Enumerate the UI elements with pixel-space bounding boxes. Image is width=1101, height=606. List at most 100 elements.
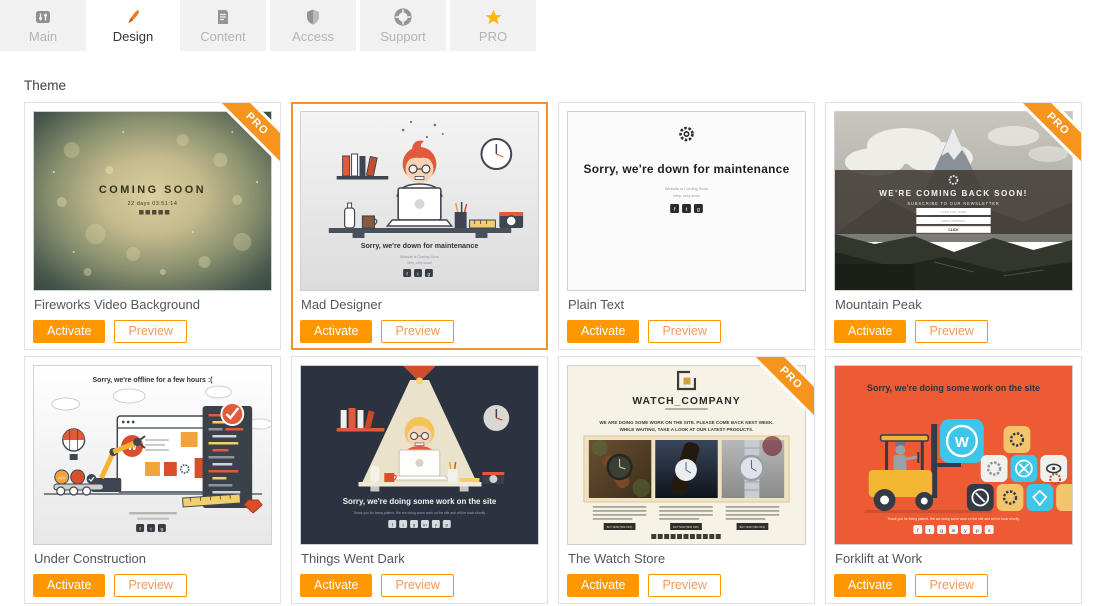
buy-button-label: BUY NOW (50% OFF) bbox=[673, 525, 699, 529]
activate-button[interactable]: Activate bbox=[834, 574, 906, 597]
tab-label: Design bbox=[113, 29, 153, 44]
theme-thumbnail[interactable]: WE'RE COMING BACK SOON! SUBSCRIBE TO OUR… bbox=[834, 111, 1073, 291]
tab-label: Support bbox=[380, 29, 426, 44]
preview-button[interactable]: Preview bbox=[381, 574, 453, 597]
preview-headline: WE'RE COMING BACK SOON! bbox=[879, 189, 1027, 198]
document-icon bbox=[214, 8, 232, 26]
tab-content[interactable]: Content bbox=[180, 0, 266, 51]
tab-bar: Main Design Content Access bbox=[0, 0, 1101, 51]
preview-button[interactable]: Preview bbox=[114, 574, 186, 597]
theme-name: Under Construction bbox=[34, 551, 272, 566]
preview-button[interactable]: Preview bbox=[381, 320, 453, 343]
googleplus-icon: g bbox=[940, 529, 943, 534]
activate-button[interactable]: Activate bbox=[33, 574, 105, 597]
theme-grid: COMING SOON 22 days 03:51:14 PRO Firewor… bbox=[24, 102, 1101, 604]
tab-support[interactable]: Support bbox=[360, 0, 446, 51]
theme-thumbnail[interactable]: Sorry, we're down for maintenance Websit… bbox=[300, 111, 539, 291]
preview-subheadline: SUBSCRIBE TO OUR NEWSLETTER bbox=[907, 201, 999, 206]
things-went-dark-preview-art: Sorry, we're doing some work on the site… bbox=[301, 366, 538, 544]
linkedin-icon: in bbox=[423, 522, 427, 527]
theme-name: Forklift at Work bbox=[835, 551, 1073, 566]
linkedin-icon: in bbox=[952, 528, 956, 534]
theme-card-things-went-dark: Sorry, we're doing some work on the site… bbox=[291, 356, 548, 604]
theme-card-plain-text: Sorry, we're down for maintenance Websit… bbox=[558, 102, 815, 350]
preview-line1: WE ARE DOING SOME WORK ON THE SITE. PLEA… bbox=[599, 420, 773, 425]
buy-button-label: BUY NOW (50% OFF) bbox=[740, 525, 766, 529]
preview-button[interactable]: Preview bbox=[114, 320, 186, 343]
watch-store-preview-art: WATCH_COMPANY WE ARE DOING SOME WORK ON … bbox=[568, 366, 805, 544]
activate-button[interactable]: Activate bbox=[300, 320, 372, 343]
section-title: Theme bbox=[24, 78, 1101, 93]
preview-headline: COMING SOON bbox=[99, 184, 206, 196]
social-icons-row: f t g bbox=[670, 204, 703, 213]
clock-art bbox=[483, 405, 509, 431]
preview-button[interactable]: Preview bbox=[915, 320, 987, 343]
subscribe-button-label: CLICK bbox=[948, 228, 959, 232]
plain-text-preview-art: Sorry, we're down for maintenance Websit… bbox=[568, 112, 805, 290]
preview-subtext-line bbox=[129, 512, 177, 514]
googleplus-icon: g bbox=[428, 272, 431, 277]
theme-thumbnail[interactable]: WATCH_COMPANY WE ARE DOING SOME WORK ON … bbox=[567, 365, 806, 545]
preview-button[interactable]: Preview bbox=[648, 574, 720, 597]
theme-thumbnail[interactable]: Sorry, we're doing some work on the site… bbox=[300, 365, 539, 545]
foreground-mountains-art bbox=[835, 234, 1072, 290]
preview-headline: Sorry, we're offline for a few hours :( bbox=[93, 377, 214, 384]
theme-card-fireworks-video-background: COMING SOON 22 days 03:51:14 PRO Firewor… bbox=[24, 102, 281, 350]
theme-name: The Watch Store bbox=[568, 551, 806, 566]
preview-countdown: 22 days 03:51:14 bbox=[128, 201, 178, 207]
social-icons-row: f t g bbox=[403, 269, 433, 278]
tab-access[interactable]: Access bbox=[270, 0, 356, 51]
clock-art bbox=[481, 139, 511, 169]
googleplus-icon: g bbox=[697, 207, 700, 213]
preview-button[interactable]: Preview bbox=[915, 574, 987, 597]
buy-now-buttons[interactable]: BUY NOW (50% OFF) BUY NOW (50% OFF) BUY … bbox=[604, 523, 769, 530]
theme-thumbnail[interactable]: Sorry, we're doing some work on the site… bbox=[834, 365, 1073, 545]
social-icons-row: f t g in y p s bbox=[913, 525, 993, 534]
theme-card-mad-designer: Sorry, we're down for maintenance Websit… bbox=[291, 102, 548, 350]
under-construction-preview-art: Sorry, we're offline for a few hours :( bbox=[34, 366, 271, 544]
activate-button[interactable]: Activate bbox=[834, 320, 906, 343]
forklift-preview-art: Sorry, we're doing some work on the site… bbox=[835, 366, 1072, 544]
preview-line1: Website is Coming Soon bbox=[665, 186, 708, 191]
preview-headline: Sorry, we're doing some work on the site bbox=[343, 497, 497, 506]
tab-design[interactable]: Design bbox=[90, 0, 176, 51]
sliders-icon bbox=[34, 8, 52, 26]
activate-button[interactable]: Activate bbox=[300, 574, 372, 597]
preview-line2: WHILE WAITING, TAKE A LOOK AT OUR LATEST… bbox=[620, 427, 754, 432]
mountain-peak-preview-art: WE'RE COMING BACK SOON! SUBSCRIBE TO OUR… bbox=[835, 112, 1072, 290]
laptop-art bbox=[390, 450, 449, 480]
preview-line2: Very, very soon bbox=[673, 193, 700, 198]
tab-label: Access bbox=[292, 29, 334, 44]
email-placeholder: EMAIL ADDRESS bbox=[942, 219, 966, 223]
preview-headline: Sorry, we're down for maintenance bbox=[584, 162, 790, 176]
tab-pro[interactable]: PRO bbox=[450, 0, 536, 51]
svg-text:</>: </> bbox=[58, 475, 65, 481]
activate-button[interactable]: Activate bbox=[567, 574, 639, 597]
theme-name: Things Went Dark bbox=[301, 551, 539, 566]
star-icon bbox=[484, 8, 503, 26]
theme-thumbnail[interactable]: Sorry, we're down for maintenance Websit… bbox=[567, 111, 806, 291]
preview-line1: Website is Coming Soon bbox=[400, 255, 439, 259]
activate-button[interactable]: Activate bbox=[33, 320, 105, 343]
lifering-icon bbox=[394, 8, 412, 26]
tab-main[interactable]: Main bbox=[0, 0, 86, 51]
theme-card-the-watch-store: WATCH_COMPANY WE ARE DOING SOME WORK ON … bbox=[558, 356, 815, 604]
tab-label: PRO bbox=[479, 29, 507, 44]
theme-card-mountain-peak: WE'RE COMING BACK SOON! SUBSCRIBE TO OUR… bbox=[825, 102, 1082, 350]
theme-name: Fireworks Video Background bbox=[34, 297, 272, 312]
buy-button-label: BUY NOW (50% OFF) bbox=[607, 525, 633, 529]
tab-label: Main bbox=[29, 29, 57, 44]
theme-name: Mountain Peak bbox=[835, 297, 1073, 312]
activate-button[interactable]: Activate bbox=[567, 320, 639, 343]
googleplus-icon: g bbox=[161, 527, 164, 532]
tab-label: Content bbox=[200, 29, 246, 44]
preview-line1: Thank you for being patient. We are doin… bbox=[887, 517, 1020, 521]
preview-headline: Sorry, we're doing some work on the site bbox=[867, 383, 1040, 393]
social-icons-row: f t g bbox=[136, 524, 166, 533]
theme-thumbnail[interactable]: COMING SOON 22 days 03:51:14 bbox=[33, 111, 272, 291]
fireworks-preview-art: COMING SOON 22 days 03:51:14 bbox=[34, 112, 271, 290]
brush-icon bbox=[124, 8, 142, 26]
preview-button[interactable]: Preview bbox=[648, 320, 720, 343]
product-photo-1 bbox=[589, 440, 651, 498]
theme-thumbnail[interactable]: Sorry, we're offline for a few hours :( bbox=[33, 365, 272, 545]
